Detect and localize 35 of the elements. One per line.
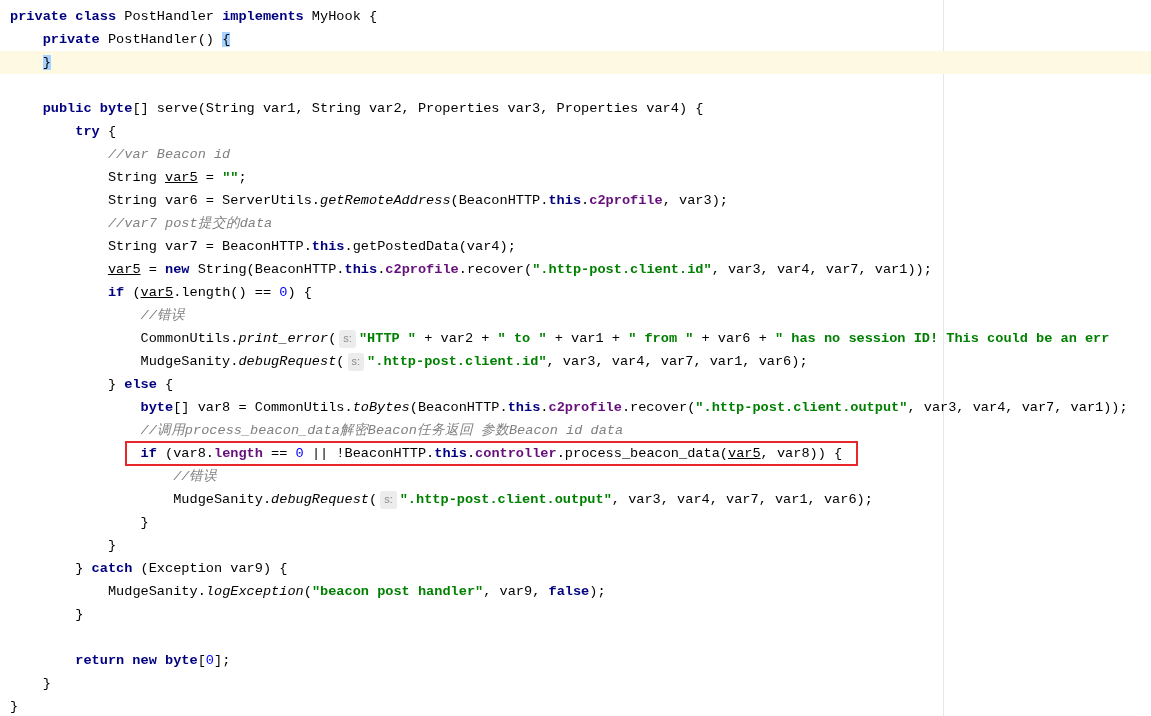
code-text: } — [140, 514, 149, 532]
code-text: String var5 = ""; — [107, 169, 247, 187]
parameter-hint: s: — [339, 329, 356, 348]
code-text: MudgeSanity.debugRequest( — [173, 491, 378, 509]
code-text: try { — [75, 123, 117, 141]
code-text: return new byte[0]; — [75, 652, 231, 670]
code-text: private PostHandler() { — [42, 31, 231, 49]
code-text: //var7 post提交的data — [107, 214, 273, 233]
parameter-hint: s: — [347, 352, 365, 371]
code-text: CommonUtils.print_error( — [140, 330, 337, 348]
code-text: public byte[] serve(String var1, String var2, Properties var3, Properties var4) { — [42, 100, 704, 118]
code-text: String var7 = BeaconHTTP.this.getPostedData(var4); — [107, 238, 516, 256]
code-text: //错误 — [173, 468, 218, 486]
code-text: //var Beacon id — [107, 146, 231, 164]
code-text: MudgeSanity.logException("beacon post handler", var9, false); — [107, 583, 606, 601]
code-text: } else { — [107, 376, 174, 394]
code-text: } — [42, 675, 51, 693]
code-text: "HTTP " + var2 + " to " + var1 + " from " + var6 + " has no session ID! This could be an err — [358, 330, 1110, 348]
code-text: ".http-post.client.output", var3, var4, var7, var1, var6); — [399, 491, 873, 509]
code-text: } catch (Exception var9) { — [75, 560, 288, 578]
code-text: } — [10, 698, 19, 716]
code-text: } — [42, 54, 51, 72]
code-text: } — [107, 537, 117, 555]
code-text: String var6 = ServerUtils.getRemoteAddress(BeaconHTTP.this.c2profile, var3); — [107, 192, 728, 210]
code-text: private class PostHandler implements MyHook { — [10, 8, 378, 26]
code-text: MudgeSanity.debugRequest( — [140, 353, 345, 371]
code-text: } — [75, 606, 84, 624]
code-text: //调用process_beacon_data解密Beacon任务返回 参数Beacon id data — [140, 422, 624, 440]
code-text: if (var5.length() == 0) { — [107, 284, 312, 302]
code-text: //错误 — [140, 307, 185, 325]
code-text: if (var8.length == 0 || !BeaconHTTP.this.controller.process_beacon_data(var5, var8)) { — [140, 445, 843, 463]
code-text: byte[] var8 = CommonUtils.toBytes(BeaconHTTP.this.c2profile.recover(".http-post.client.output", var3, var4, var7, var1)); — [140, 399, 1128, 417]
code-text: ".http-post.client.id", var3, var4, var7, var1, var6); — [367, 353, 808, 371]
code-text: var5 = new String(BeaconHTTP.this.c2profile.recover(".http-post.client.id", var3, var4, var7, var1)); — [107, 261, 932, 279]
parameter-hint: s: — [380, 490, 397, 509]
